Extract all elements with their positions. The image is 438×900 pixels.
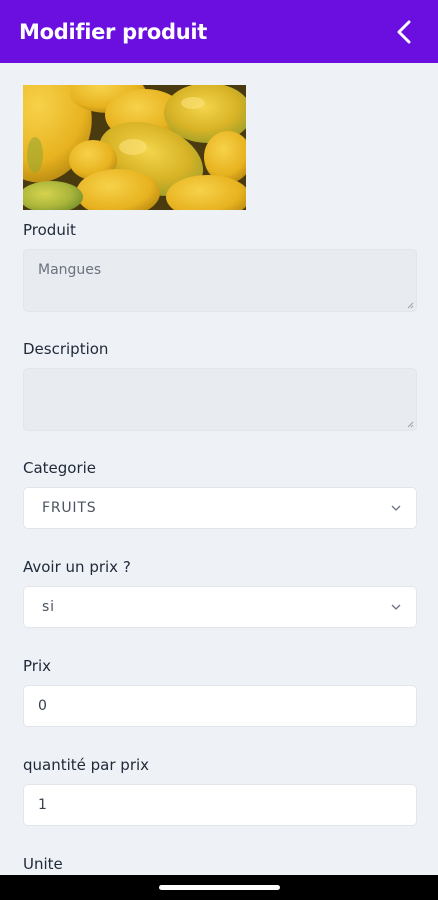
- chevron-left-icon: [397, 20, 411, 43]
- produit-label: Produit: [23, 221, 76, 239]
- description-label: Description: [23, 340, 109, 358]
- description-field[interactable]: [23, 368, 417, 431]
- product-image[interactable]: [23, 85, 246, 210]
- chevron-down-icon: [391, 505, 401, 511]
- quantite-input[interactable]: 1: [23, 784, 417, 826]
- unite-label: Unite: [23, 855, 63, 873]
- quantite-label: quantité par prix: [23, 756, 150, 774]
- avoir-prix-select[interactable]: si: [23, 586, 417, 628]
- app-bar: Modifier produit: [0, 0, 438, 63]
- product-image-container: [23, 85, 417, 210]
- resize-grip-icon: [407, 302, 414, 309]
- page-title: Modifier produit: [19, 19, 208, 44]
- prix-value: 0: [38, 698, 47, 714]
- produit-field[interactable]: Mangues: [23, 249, 417, 312]
- home-indicator[interactable]: [159, 885, 280, 890]
- avoir-prix-value: si: [42, 599, 55, 615]
- resize-grip-icon: [407, 421, 414, 428]
- chevron-down-icon: [391, 604, 401, 610]
- categorie-select[interactable]: FRUITS: [23, 487, 417, 529]
- categorie-value: FRUITS: [42, 500, 97, 516]
- categorie-label: Categorie: [23, 459, 97, 477]
- produit-value: Mangues: [38, 262, 102, 278]
- system-nav-bar: [0, 875, 438, 900]
- avoir-prix-label: Avoir un prix ?: [23, 558, 131, 576]
- quantite-value: 1: [38, 797, 47, 813]
- prix-input[interactable]: 0: [23, 685, 417, 727]
- back-button[interactable]: [390, 18, 418, 46]
- prix-label: Prix: [23, 657, 51, 675]
